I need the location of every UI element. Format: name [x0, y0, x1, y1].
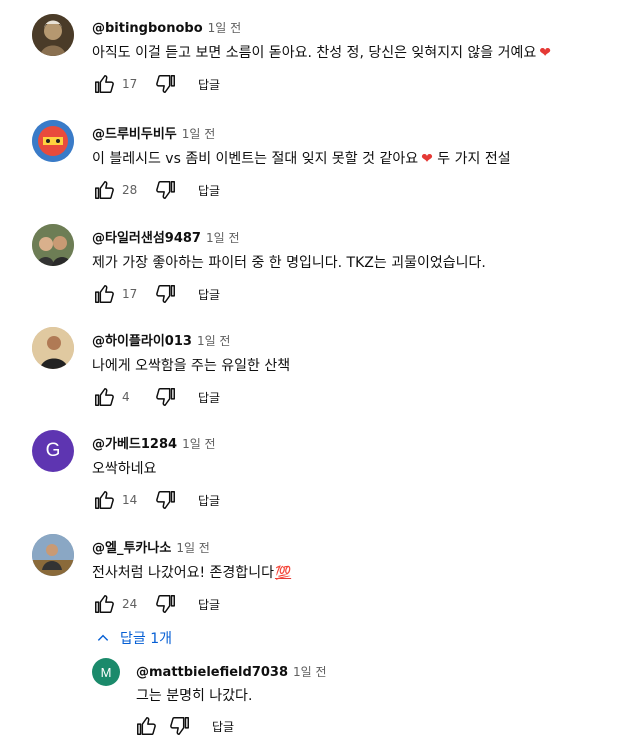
thumbs-up-icon — [95, 595, 114, 613]
like-count: 4 — [122, 390, 130, 404]
avatar[interactable] — [32, 327, 74, 369]
avatar-image-icon — [32, 224, 74, 266]
dislike-button[interactable] — [154, 178, 178, 202]
comment-time[interactable]: 1일 전 — [176, 541, 210, 555]
comment-author[interactable]: @mattbielefield7038 — [136, 665, 288, 680]
dislike-button[interactable] — [154, 282, 178, 306]
comment-actions: 4 답글 — [92, 385, 220, 409]
comment-text: 나에게 오싹함을 주는 유일한 산책 — [92, 358, 291, 374]
thumbs-down-icon — [156, 388, 175, 406]
thumbs-down-icon — [156, 595, 175, 613]
comment-text: 아직도 이걸 듣고 보면 소름이 돋아요. 찬성 정, 당신은 잊혀지지 않을 … — [92, 45, 551, 61]
comment-actions: 답글 — [134, 714, 234, 738]
avatar-image-icon — [32, 534, 74, 576]
avatar[interactable] — [32, 534, 74, 576]
comment-actions: 17 답글 — [92, 282, 220, 306]
dislike-button[interactable] — [154, 488, 178, 512]
avatar[interactable] — [32, 120, 74, 162]
reply-button[interactable]: 답글 — [198, 182, 220, 199]
reply-button[interactable]: 답글 — [198, 596, 220, 613]
comment-actions: 14 답글 — [92, 488, 220, 512]
avatar[interactable]: M — [92, 658, 120, 686]
like-button[interactable] — [92, 488, 116, 512]
comment-text: 전사처럼 나갔어요! 존경합니다💯 — [92, 565, 292, 581]
comment-time[interactable]: 1일 전 — [206, 231, 240, 245]
reply-button[interactable]: 답글 — [198, 389, 220, 406]
comment-time[interactable]: 1일 전 — [182, 127, 216, 141]
hundred-points-emoji: 💯 — [274, 566, 292, 581]
comment-text: 그는 분명히 나갔다. — [136, 688, 253, 704]
reply-thread: M @mattbielefield7038 1일 전 그는 분명히 나갔다. 답글 — [0, 658, 618, 744]
like-button[interactable] — [134, 714, 158, 738]
replies-toggle-button[interactable]: 답글 1개 — [92, 624, 172, 652]
dislike-button[interactable] — [154, 592, 178, 616]
reply-button[interactable]: 답글 — [198, 76, 220, 93]
comment-author[interactable]: @하이플라이013 — [92, 334, 192, 349]
thumbs-up-icon — [95, 491, 114, 509]
comment-thread: @하이플라이013 1일 전 나에게 오싹함을 주는 유일한 산책 4 답글 — [0, 327, 618, 427]
heart-emoji: ❤ — [421, 151, 433, 167]
thumbs-down-icon — [156, 285, 175, 303]
like-count: 28 — [122, 183, 138, 197]
thumbs-up-icon — [95, 285, 114, 303]
comment-thread: @타일러샌섬9487 1일 전 제가 가장 좋아하는 파이터 중 한 명입니다. … — [0, 224, 618, 324]
dislike-button[interactable] — [168, 714, 192, 738]
avatar-image-icon — [32, 14, 74, 56]
thumbs-up-icon — [95, 75, 114, 93]
thumbs-down-icon — [156, 181, 175, 199]
comment-thread: @드루비두비두 1일 전 이 블레시드 vs 좀비 이벤트는 절대 잊지 못할 것… — [0, 120, 618, 220]
avatar-letter: M — [100, 664, 112, 680]
like-button[interactable] — [92, 592, 116, 616]
comment-text: 오싹하네요 — [92, 461, 157, 477]
reply-button[interactable]: 답글 — [198, 286, 220, 303]
comment-text: 제가 가장 좋아하는 파이터 중 한 명입니다. TKZ는 괴물이었습니다. — [92, 255, 486, 271]
like-button[interactable] — [92, 72, 116, 96]
comment-author[interactable]: @드루비두비두 — [92, 127, 177, 142]
like-count: 14 — [122, 493, 138, 507]
reply-button[interactable]: 답글 — [212, 718, 234, 735]
comment-thread: @bitingbonobo 1일 전 아직도 이걸 듣고 보면 소름이 돋아요. … — [0, 14, 618, 114]
like-button[interactable] — [92, 282, 116, 306]
avatar-letter: G — [45, 440, 61, 461]
avatar[interactable] — [32, 14, 74, 56]
avatar-image-icon — [32, 120, 74, 162]
like-button[interactable] — [92, 178, 116, 202]
reply-button[interactable]: 답글 — [198, 492, 220, 509]
comment-time[interactable]: 1일 전 — [208, 21, 242, 35]
comment-author[interactable]: @엘_투카나소 — [92, 541, 171, 556]
like-count: 24 — [122, 597, 138, 611]
comment-actions: 24 답글 — [92, 592, 220, 616]
comment-thread: @엘_투카나소 1일 전 전사처럼 나갔어요! 존경합니다💯 24 답글 — [0, 534, 618, 634]
comment-actions: 28 답글 — [92, 178, 220, 202]
avatar[interactable] — [32, 224, 74, 266]
thumbs-up-icon — [95, 388, 114, 406]
like-button[interactable] — [92, 385, 116, 409]
chevron-up-icon — [97, 634, 109, 641]
comment-time[interactable]: 1일 전 — [197, 334, 231, 348]
comment-author[interactable]: @bitingbonobo — [92, 21, 203, 36]
like-count: 17 — [122, 77, 138, 91]
heart-emoji: ❤ — [539, 45, 551, 61]
dislike-button[interactable] — [154, 385, 178, 409]
like-count: 17 — [122, 287, 138, 301]
comment-author[interactable]: @가베드1284 — [92, 437, 177, 452]
comment-thread: G @가베드1284 1일 전 오싹하네요 14 답글 — [0, 430, 618, 530]
comment-actions: 17 답글 — [92, 72, 220, 96]
avatar-image-icon — [32, 327, 74, 369]
thumbs-up-icon — [137, 717, 156, 735]
dislike-button[interactable] — [154, 72, 178, 96]
thumbs-down-icon — [156, 491, 175, 509]
comment-time[interactable]: 1일 전 — [293, 665, 327, 679]
replies-toggle-label: 답글 1개 — [120, 631, 172, 647]
thumbs-down-icon — [156, 75, 175, 93]
comment-author[interactable]: @타일러샌섬9487 — [92, 231, 201, 246]
thumbs-up-icon — [95, 181, 114, 199]
comment-text: 이 블레시드 vs 좀비 이벤트는 절대 잊지 못할 것 같아요 ❤ 두 가지 전… — [92, 151, 511, 167]
comment-time[interactable]: 1일 전 — [182, 437, 216, 451]
avatar[interactable]: G — [32, 430, 74, 472]
thumbs-down-icon — [170, 717, 189, 735]
